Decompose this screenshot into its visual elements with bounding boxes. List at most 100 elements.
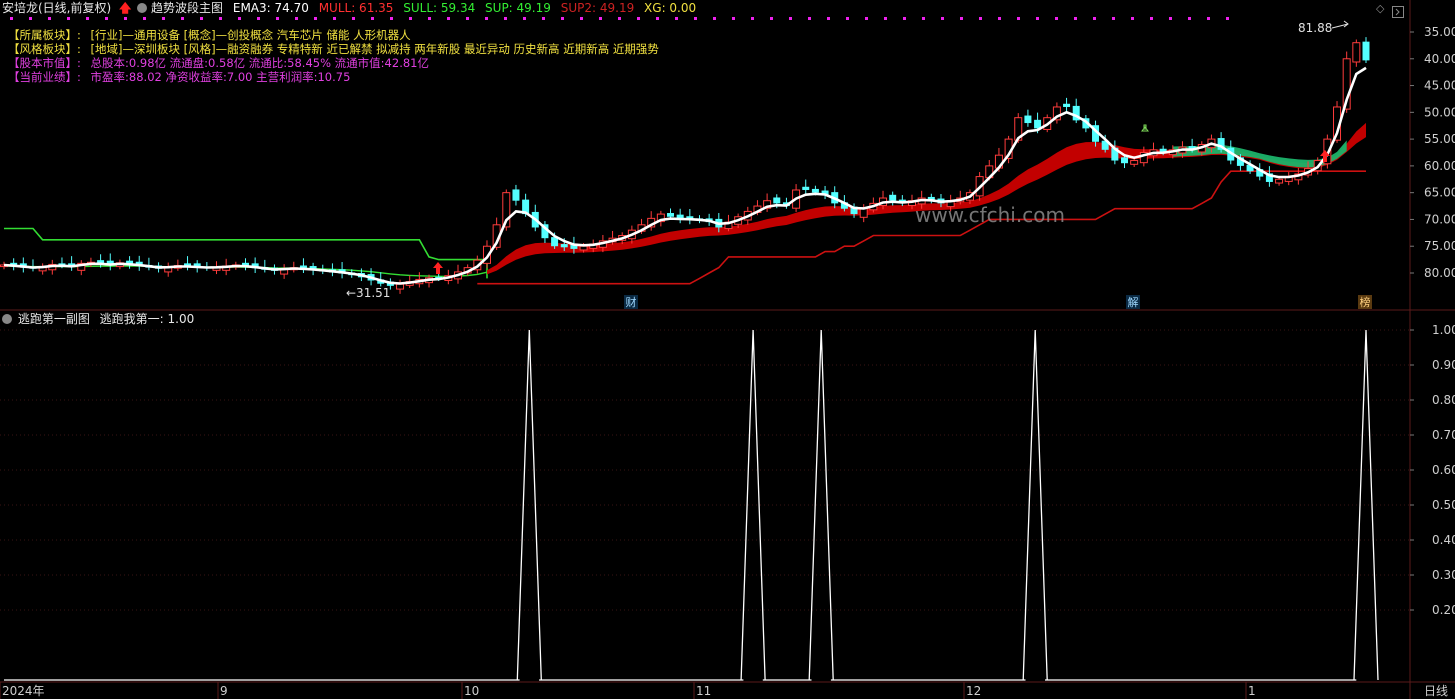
sub-dropdown-icon[interactable] [2,314,12,324]
info-capital: 【股本市值】: 总股本:0.98亿 流通盘:0.58亿 流通比:58.45% 流… [8,56,429,70]
sull-line [4,227,488,279]
info-style-text: [地域]—深圳板块 [风格]—融资融券 专精特新 近已解禁 拟减持 两年新股 最… [90,42,659,56]
sub-tick-label: 0.50 [1432,498,1455,512]
signal-dot [466,17,469,20]
indicator-name[interactable]: 趋势波段主图 [151,1,223,15]
signal-dot [162,17,165,20]
signal-dot [1226,17,1229,20]
signal-dot [86,17,89,20]
signal-dot [124,17,127,20]
price-tick-label: 80.00 [1424,266,1455,280]
xg-value: XG: 0.00 [644,1,697,15]
date-label: 10 [464,684,479,698]
signal-dot [352,17,355,20]
signal-dot [1207,17,1210,20]
sub-tick-label: 0.40 [1432,533,1455,547]
up-arrow-icon: 🡅 [119,1,132,15]
signal-dot [694,17,697,20]
candle-body [1130,160,1139,165]
candle-body [1024,115,1032,124]
signal-dot [713,17,716,20]
info-capital-text: 总股本:0.98亿 流通盘:0.58亿 流通比:58.45% 流通市值:42.8… [90,56,429,70]
price-tick-label: 75.00 [1424,239,1455,253]
signal-dot [808,17,811,20]
signal-dot [637,17,640,20]
signal-dot [485,17,488,20]
signal-dot [789,17,792,20]
ema3-value: EMA3: 74.70 [232,1,309,15]
signal-dot [1036,17,1039,20]
signal-dot [276,17,279,20]
signal-dot [67,17,70,20]
chart-window[interactable]: 80.00 75.00 70.00 65.00 60.00 55.00 50.00 45.00… [0,0,1455,699]
signal-dot [409,17,412,20]
sub-tick-label: 0.90 [1432,358,1455,372]
info-industry-text: [行业]—通用设备 [概念]—创投概念 汽车芯片 储能 人形机器人 [90,28,411,42]
candle-body [1063,103,1071,107]
signal-dot [561,17,564,20]
date-label: 9 [220,684,228,698]
info-industry: 【所属板块】: [行业]—通用设备 [概念]—创投概念 汽车芯片 储能 人形机器… [8,28,411,42]
info-performance: 【当前业绩】: 市盈率:88.02 净资收益率:7.00 主营利润率:10.75 [8,70,350,84]
sub-tick-label: 0.60 [1432,463,1455,477]
sub-tick-label: 0.20 [1432,603,1455,617]
signal-dot [1112,17,1115,20]
signal-dot [751,17,754,20]
signal-dot [200,17,203,20]
buy-arrow-icon [433,262,443,274]
event-badge-cai: 财 [626,295,637,309]
candle-body [579,245,588,251]
candle-body [859,208,868,218]
sell-arrow-icon [1141,124,1149,132]
signal-dot [922,17,925,20]
mull-value: MULL: 61.35 [318,1,394,15]
high-price-label: 81.88 [1298,21,1332,35]
dropdown-circle-icon[interactable] [137,3,148,13]
low-price-label: ←31.51 [346,286,390,300]
chevron-right-icon [1392,6,1404,18]
signal-dot [371,17,374,20]
sup-value: SUP: 49.19 [485,1,551,15]
signal-dot [884,17,887,20]
signal-dot [732,17,735,20]
escape-signal-line [4,329,1379,681]
sub-indicator-name[interactable]: 逃跑第一副图 [18,312,90,326]
info-style: 【风格板块】: [地域]—深圳板块 [风格]—融资融券 专精特新 近已解禁 拟减… [8,42,659,56]
trend-band [487,122,1366,275]
collapse-button[interactable] [1392,3,1404,18]
high-arrow-icon [1331,20,1349,29]
diamond-icon[interactable]: ◇ [1376,2,1384,15]
price-tick-label: 65.00 [1424,186,1455,200]
signal-dot [1093,17,1096,20]
price-tick-label: 45.00 [1424,79,1455,93]
signal-dot [941,17,944,20]
signal-dot [333,17,336,20]
signal-dot [504,17,507,20]
signal-dot [238,17,241,20]
sub-tick-label: 1.00 [1432,323,1455,337]
sub-tick-label: 0.30 [1432,568,1455,582]
info-industry-label: 【所属板块】: [8,28,81,42]
signal-dot [979,17,982,20]
signal-dot [257,17,260,20]
signal-dot [903,17,906,20]
sup2-value: SUP2: 49.19 [560,1,635,15]
price-tick-label: 50.00 [1424,105,1455,119]
signal-dot [29,17,32,20]
price-tick-label: 55.00 [1424,132,1455,146]
signal-dot [846,17,849,20]
signal-dot [542,17,545,20]
signal-dot [523,17,526,20]
signal-dot [1150,17,1153,20]
price-tick-label: 70.00 [1424,212,1455,226]
sub-tick-label: 0.80 [1432,393,1455,407]
stock-title[interactable]: 安培龙(日线,前复权) [2,1,111,15]
signal-dot [580,17,583,20]
price-tick-label: 60.00 [1424,159,1455,173]
chart-canvas[interactable]: 80.00 75.00 70.00 65.00 60.00 55.00 50.00 45.00… [0,0,1455,699]
sup-line [477,170,1366,285]
event-badge-bang: 榜 [1360,295,1371,309]
signal-dot [295,17,298,20]
candle-body [396,283,405,290]
signal-dot [675,17,678,20]
